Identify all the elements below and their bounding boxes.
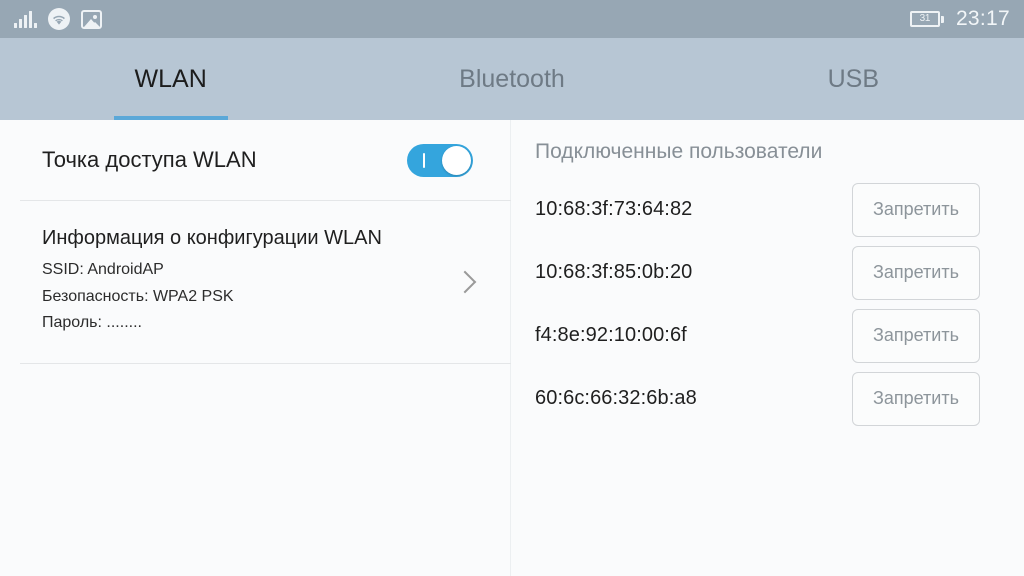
table-row: 10:68:3f:73:64:82 Запретить [511, 178, 1024, 241]
battery-level-label: 31 [919, 13, 931, 24]
hotspot-toggle-row[interactable]: Точка доступа WLAN [0, 120, 511, 200]
divider [20, 363, 511, 364]
tab-wlan[interactable]: WLAN [0, 38, 341, 120]
signal-bars-icon [14, 10, 37, 28]
connected-users-title: Подключенные пользователи [535, 140, 823, 163]
photo-icon [81, 9, 102, 29]
tab-usb[interactable]: USB [683, 38, 1024, 120]
hotspot-label: Точка доступа WLAN [42, 147, 257, 172]
hotspot-toggle-switch[interactable] [407, 143, 473, 177]
user-mac-address: f4:8e:92:10:00:6f [535, 324, 687, 346]
hotspot-settings-screen: 31 23:17 WLAN Bluetooth USB Точка доступ… [0, 0, 1024, 576]
wifi-icon [48, 8, 70, 30]
deny-button[interactable]: Запретить [852, 245, 980, 300]
status-bar-clock: 23:17 [955, 7, 1010, 30]
connected-users-panel: Подключенные пользователи 10:68:3f:73:64… [511, 120, 1024, 576]
wlan-ssid-line: SSID: AndroidAP [42, 261, 164, 279]
chevron-right-icon [453, 270, 477, 294]
status-bar: 31 23:17 [0, 0, 1024, 38]
status-bar-right-icons: 31 23:17 [909, 7, 1010, 31]
deny-button[interactable]: Запретить [852, 371, 980, 426]
deny-button[interactable]: Запретить [852, 182, 980, 237]
toggle-on-marker [423, 152, 425, 168]
wlan-config-row[interactable]: Информация о конфигурации WLAN SSID: And… [0, 201, 511, 363]
user-mac-address: 10:68:3f:73:64:82 [535, 198, 693, 220]
user-mac-address: 10:68:3f:85:0b:20 [535, 261, 693, 283]
wlan-settings-panel: Точка доступа WLAN Информация о конфигур… [0, 120, 511, 576]
wlan-config-title: Информация о конфигурации WLAN [42, 227, 382, 250]
connected-users-list: 10:68:3f:73:64:82 Запретить 10:68:3f:85:… [511, 178, 1024, 430]
table-row: 60:6c:66:32:6b:a8 Запретить [511, 367, 1024, 430]
deny-button[interactable]: Запретить [852, 308, 980, 363]
tab-wlan-label: WLAN [134, 64, 207, 93]
wlan-security-line: Безопасность: WPA2 PSK [42, 287, 234, 305]
table-row: 10:68:3f:85:0b:20 Запретить [511, 241, 1024, 304]
status-bar-left-icons [14, 8, 102, 30]
user-mac-address: 60:6c:66:32:6b:a8 [535, 387, 697, 409]
tab-usb-label: USB [827, 64, 880, 93]
table-row: f4:8e:92:10:00:6f Запретить [511, 304, 1024, 367]
toggle-knob [442, 145, 471, 175]
tab-bluetooth-label: Bluetooth [459, 64, 565, 93]
wlan-password-line: Пароль: ........ [42, 314, 142, 332]
battery-icon: 31 [909, 11, 944, 27]
wlan-config-text: Информация о конфигурации WLAN SSID: And… [42, 227, 382, 336]
content-area: Точка доступа WLAN Информация о конфигур… [0, 120, 1024, 576]
tab-bar: WLAN Bluetooth USB [0, 38, 1024, 120]
tab-bluetooth[interactable]: Bluetooth [341, 38, 682, 120]
